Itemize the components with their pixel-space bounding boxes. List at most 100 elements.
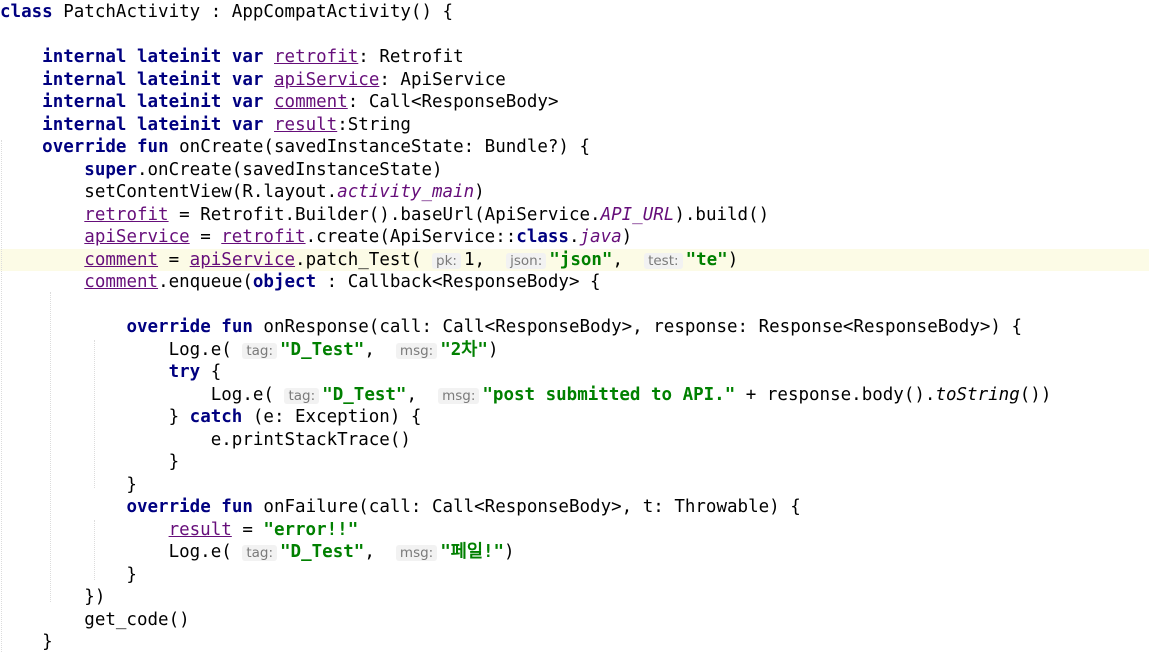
code-line[interactable]: try {	[0, 361, 1149, 384]
code-line[interactable]: get_code()	[0, 609, 1149, 632]
code-line[interactable]: Log.e( tag: "D_Test", msg: "post submitted…	[0, 384, 1149, 407]
code-text: = Retrofit.Builder().baseUrl(ApiService.	[168, 204, 601, 225]
code-line[interactable]: }	[0, 451, 1149, 474]
code-line[interactable]: class PatchActivity : AppCompatActivity(…	[0, 1, 1149, 24]
code-text: {	[200, 362, 222, 382]
code-string: "error!!"	[263, 519, 359, 540]
code-line[interactable]: internal lateinit var comment: Call<Resp…	[0, 91, 1149, 114]
parameter-hint: msg:	[438, 387, 480, 404]
code-keyword: internal	[42, 114, 127, 135]
code-string: "D_Test"	[280, 339, 365, 360]
code-keyword: var	[231, 92, 264, 112]
code-property: comment	[84, 249, 159, 270]
parameter-hint: tag:	[242, 545, 278, 561]
code-property: apiService	[84, 227, 190, 247]
code-line[interactable]: } catch (e: Exception) {	[0, 406, 1149, 429]
code-line[interactable]: Log.e( tag: "D_Test", msg: "페일!")	[0, 541, 1149, 564]
code-constant: API_URL	[600, 204, 675, 225]
code-keyword: override	[126, 497, 211, 517]
code-line[interactable]: setContentView(R.layout.activity_main)	[0, 181, 1149, 204]
code-keyword: lateinit	[137, 47, 222, 67]
code-text: 1,	[463, 249, 507, 270]
code-text: )	[727, 249, 739, 270]
code-string: "json"	[549, 249, 613, 270]
code-text: )	[474, 182, 485, 202]
code-line[interactable]: e.printStackTrace()	[0, 429, 1149, 452]
code-text: )	[621, 227, 633, 247]
code-string: "D_Test"	[322, 384, 407, 405]
code-line[interactable]	[0, 294, 1149, 317]
code-string: "D_Test"	[280, 542, 365, 562]
code-text: ,	[364, 542, 396, 562]
code-text: Log.e(	[0, 542, 243, 562]
code-line-current[interactable]: comment = apiService.patch_Test( pk: 1, j…	[0, 248, 1149, 271]
code-text: }	[0, 564, 137, 585]
code-line[interactable]: }	[0, 564, 1149, 587]
code-keyword: override	[126, 317, 211, 337]
code-text: : ApiService	[379, 69, 506, 90]
code-editor[interactable]: class PatchActivity : AppCompatActivity(…	[0, 0, 1149, 668]
code-text: ,	[406, 384, 439, 405]
code-property: apiService	[189, 249, 296, 270]
code-text: }	[0, 452, 180, 472]
code-text: onFailure(call: Call<ResponseBody>, t: T…	[252, 497, 801, 517]
code-line[interactable]: Log.e( tag: "D_Test", msg: "2차")	[0, 339, 1149, 362]
code-line[interactable]: apiService = retrofit.create(ApiService:…	[0, 226, 1149, 249]
code-text: ())	[1019, 384, 1052, 405]
code-text: (e: Exception) {	[242, 407, 422, 427]
code-line[interactable]: override fun onFailure(call: Call<Respon…	[0, 496, 1149, 519]
code-keyword: fun	[221, 497, 253, 517]
code-text: + response.body().	[735, 384, 936, 405]
code-text: =	[158, 249, 190, 270]
code-keyword: internal	[42, 92, 127, 112]
code-text: Log.e(	[0, 339, 243, 360]
code-property: comment	[274, 92, 348, 112]
code-line[interactable]: retrofit = Retrofit.Builder().baseUrl(Ap…	[0, 204, 1149, 227]
code-keyword: internal	[42, 69, 127, 90]
code-line[interactable]: }	[0, 474, 1149, 497]
code-line[interactable]: internal lateinit var retrofit: Retrofit	[0, 46, 1149, 69]
code-text: =	[231, 519, 264, 540]
code-text: .patch_Test(	[295, 249, 432, 270]
code-keyword: fun	[137, 137, 169, 157]
code-line[interactable]: super.onCreate(savedInstanceState)	[0, 159, 1149, 182]
code-line[interactable]: })	[0, 586, 1149, 609]
code-line[interactable]: internal lateinit var result:String	[0, 114, 1149, 137]
code-keyword: fun	[221, 317, 253, 337]
code-keyword: lateinit	[137, 92, 222, 112]
code-text: ,	[364, 339, 396, 360]
code-text: onResponse(call: Call<ResponseBody>, res…	[252, 317, 1023, 337]
code-line[interactable]: override fun onResponse(call: Call<Respo…	[0, 316, 1149, 339]
code-property: retrofit	[274, 47, 359, 67]
code-property: apiService	[274, 69, 380, 90]
code-line[interactable]: }	[0, 631, 1149, 654]
code-text: })	[0, 587, 106, 607]
code-line[interactable]	[0, 24, 1149, 47]
parameter-hint: test:	[644, 252, 683, 269]
code-text: : Callback<ResponseBody> {	[316, 272, 601, 292]
code-line[interactable]: internal lateinit var apiService: ApiSer…	[0, 69, 1149, 92]
code-text: .	[568, 227, 580, 247]
code-line[interactable]: comment.enqueue(object : Callback<Respon…	[0, 271, 1149, 294]
code-text: : Call<ResponseBody>	[347, 92, 559, 112]
code-text: onCreate(savedInstanceState: Bundle?) {	[168, 137, 591, 157]
code-line[interactable]: result = "error!!"	[0, 519, 1149, 542]
code-line[interactable]: override fun onCreate(savedInstanceState…	[0, 136, 1149, 159]
code-property: retrofit	[221, 227, 306, 247]
code-property: retrofit	[84, 204, 169, 225]
